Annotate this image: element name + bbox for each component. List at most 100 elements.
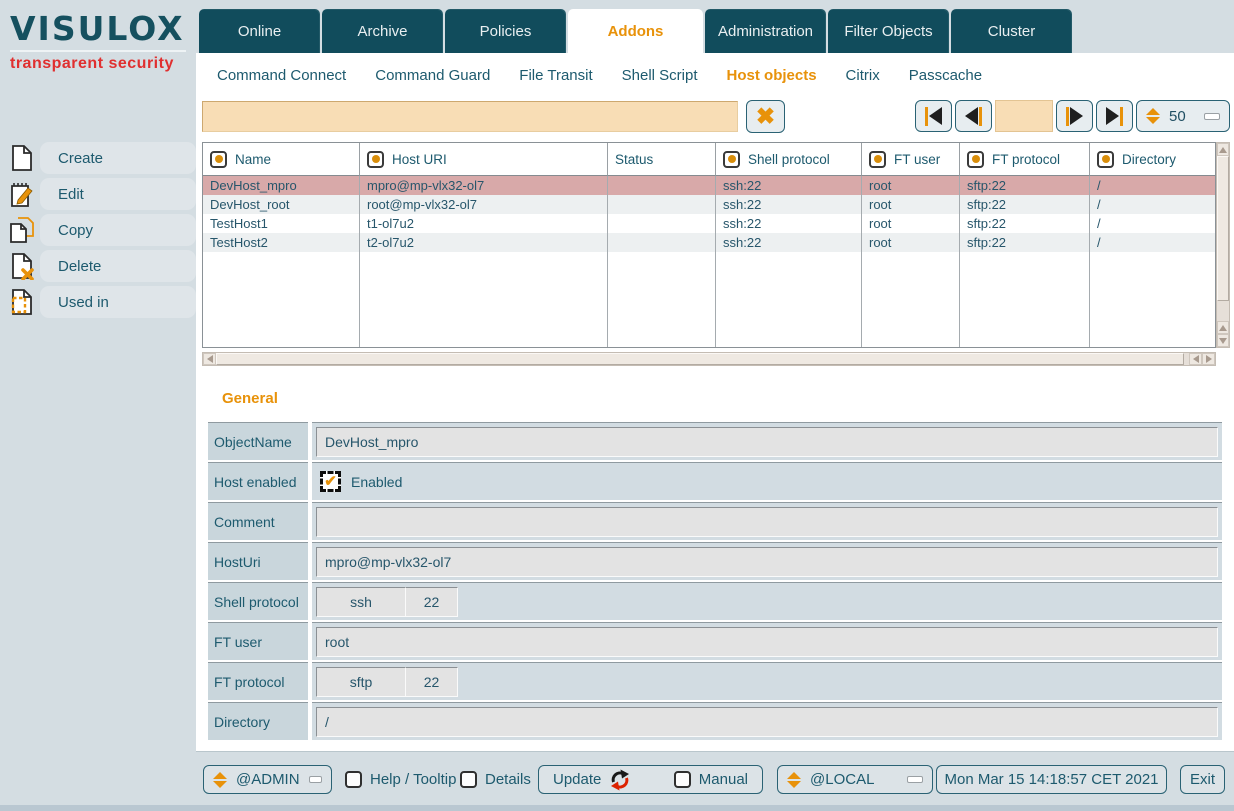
tab-filter-objects[interactable]: Filter Objects [828,9,949,53]
help-tooltip-checkbox[interactable] [345,771,362,788]
vertical-scroll-thumb[interactable] [1217,156,1229,301]
sidebar-item-delete[interactable]: Delete [0,250,196,282]
admin-context-select[interactable]: @ADMIN [203,765,332,794]
addons-subnav: Command Connect Command Guard File Trans… [196,53,1234,97]
tab-administration[interactable]: Administration [705,9,826,53]
brand-tagline: transparent security [10,50,186,73]
search-input[interactable] [202,101,738,132]
comment-field[interactable] [316,507,1218,537]
column-radio-icon [210,151,227,168]
delete-document-icon [9,252,35,280]
host-enabled-state: Enabled [351,474,402,490]
column-radio-icon [367,151,384,168]
first-page-button[interactable] [915,100,952,132]
column-radio-icon [723,151,740,168]
field-label: HostUri [208,542,308,580]
subtab-host-objects[interactable]: Host objects [727,67,817,84]
update-button[interactable]: Update [553,769,631,791]
tab-cluster[interactable]: Cluster [951,9,1072,53]
last-page-button[interactable] [1096,100,1133,132]
visulox-app: VISULOX transparent security Create Edit [0,0,1234,811]
table-horizontal-scrollbar[interactable] [202,352,1216,366]
form-row-shell-protocol: Shell protocol ssh 22 [208,582,1222,620]
subtab-command-connect[interactable]: Command Connect [217,67,346,84]
sidebar-menu: Create Edit Copy [0,142,196,318]
scroll-left-icon[interactable] [203,353,216,365]
bottom-edge-strip [0,805,1234,811]
column-header-status[interactable]: Status [608,143,716,176]
field-label: Shell protocol [208,582,308,620]
previous-page-button[interactable] [955,100,992,132]
horizontal-scroll-thumb[interactable] [216,353,1184,365]
sidebar-item-label: Copy [58,222,93,239]
help-tooltip-option: Help / Tooltip [345,765,456,794]
clear-icon: ✖ [756,105,775,128]
spinner-updown-icon [1146,108,1160,124]
form-row-comment: Comment [208,502,1222,540]
column-header-directory[interactable]: Directory [1090,143,1215,176]
directory-field[interactable] [316,707,1218,737]
table-vertical-scrollbar[interactable] [1216,142,1230,348]
clear-search-button[interactable]: ✖ [746,100,785,133]
select-updown-icon [787,772,801,788]
hosturi-field[interactable] [316,547,1218,577]
sidebar-item-create[interactable]: Create [0,142,196,174]
scroll-down-icon[interactable] [1217,334,1229,347]
subtab-command-guard[interactable]: Command Guard [375,67,490,84]
shell-protocol-select[interactable]: ssh [316,587,406,617]
select-updown-icon [213,772,227,788]
scroll-up-icon[interactable] [1217,321,1229,334]
check-icon: ✔ [324,474,337,489]
next-page-button[interactable] [1056,100,1093,132]
drag-handle-icon [309,776,322,783]
drag-handle-icon [1204,113,1220,120]
copy-document-icon [9,216,35,244]
subtab-citrix[interactable]: Citrix [846,67,880,84]
objectname-field[interactable] [316,427,1218,457]
last-page-icon [1106,107,1119,125]
tab-policies[interactable]: Policies [445,9,566,53]
brand-name: VISULOX [10,10,186,48]
subtab-file-transit[interactable]: File Transit [519,67,592,84]
refresh-icon [609,769,631,791]
ft-port-field[interactable]: 22 [406,667,458,697]
manual-option: Manual [674,771,748,788]
sidebar-item-used-in[interactable]: Used in [0,286,196,318]
sidebar-item-edit[interactable]: Edit [0,178,196,210]
form-row-ft-user: FT user [208,622,1222,660]
drag-handle-icon [907,776,923,783]
scroll-left-icon[interactable] [1189,353,1202,365]
tab-archive[interactable]: Archive [322,9,443,53]
manual-checkbox[interactable] [674,771,691,788]
ft-protocol-select[interactable]: sftp [316,667,406,697]
column-header-ft-protocol[interactable]: FT protocol [960,143,1090,176]
column-header-host-uri[interactable]: Host URI [360,143,608,176]
scroll-up-icon[interactable] [1217,143,1229,156]
used-in-document-icon [9,288,35,316]
sidebar: VISULOX transparent security Create Edit [0,0,196,811]
field-label: FT protocol [208,662,308,700]
ft-user-field[interactable] [316,627,1218,657]
details-checkbox[interactable] [460,771,477,788]
sidebar-item-copy[interactable]: Copy [0,214,196,246]
column-header-ft-user[interactable]: FT user [862,143,960,176]
shell-port-field[interactable]: 22 [406,587,458,617]
update-group: Update Manual [538,765,763,794]
local-context-select[interactable]: @LOCAL [777,765,933,794]
form-row-directory: Directory [208,702,1222,740]
exit-button[interactable]: Exit [1180,765,1225,794]
tab-addons[interactable]: Addons [568,9,703,53]
host-enabled-checkbox[interactable]: ✔ [320,471,341,492]
column-header-shell-protocol[interactable]: Shell protocol [716,143,862,176]
tab-online[interactable]: Online [199,9,320,53]
column-header-name[interactable]: Name [203,143,360,176]
first-page-icon [925,107,928,126]
field-label: FT user [208,622,308,660]
create-document-icon [9,144,35,172]
scroll-right-icon[interactable] [1202,353,1215,365]
page-number-input[interactable] [995,100,1053,132]
subtab-passcache[interactable]: Passcache [909,67,982,84]
subtab-shell-script[interactable]: Shell Script [622,67,698,84]
sidebar-item-label: Create [58,150,103,167]
page-size-select[interactable]: 50 [1136,100,1230,132]
